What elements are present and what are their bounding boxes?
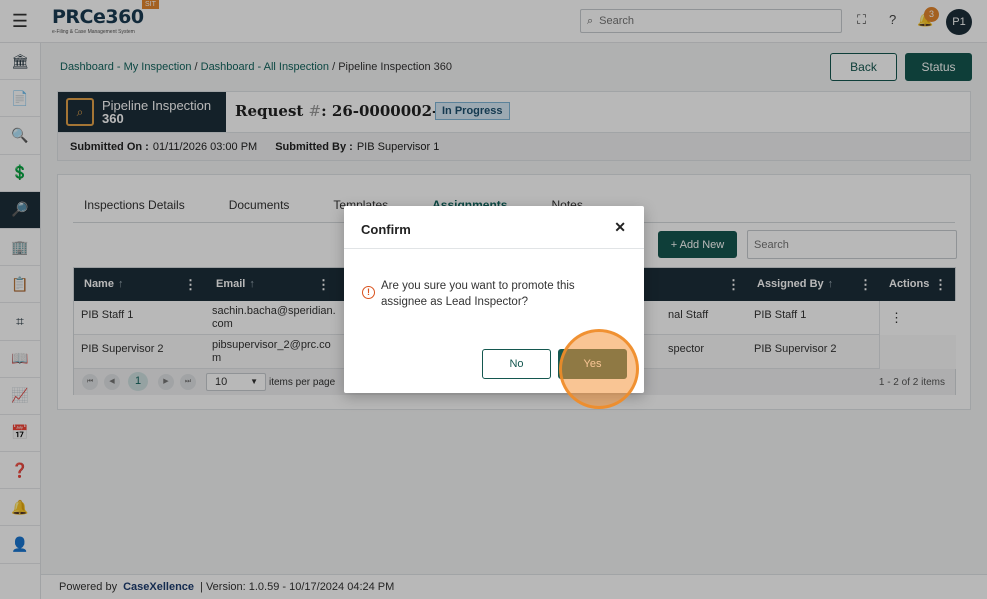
dialog-title: Confirm <box>361 222 411 237</box>
yes-button[interactable]: Yes <box>558 349 627 379</box>
warning-icon: ! <box>362 286 375 299</box>
dialog-header: Confirm ✕ <box>344 206 644 249</box>
close-icon[interactable]: ✕ <box>614 219 626 236</box>
no-button[interactable]: No <box>482 349 551 379</box>
confirm-dialog: Confirm ✕ ! Are you sure you want to pro… <box>344 206 644 393</box>
dialog-message: Are you sure you want to promote this as… <box>381 280 575 308</box>
